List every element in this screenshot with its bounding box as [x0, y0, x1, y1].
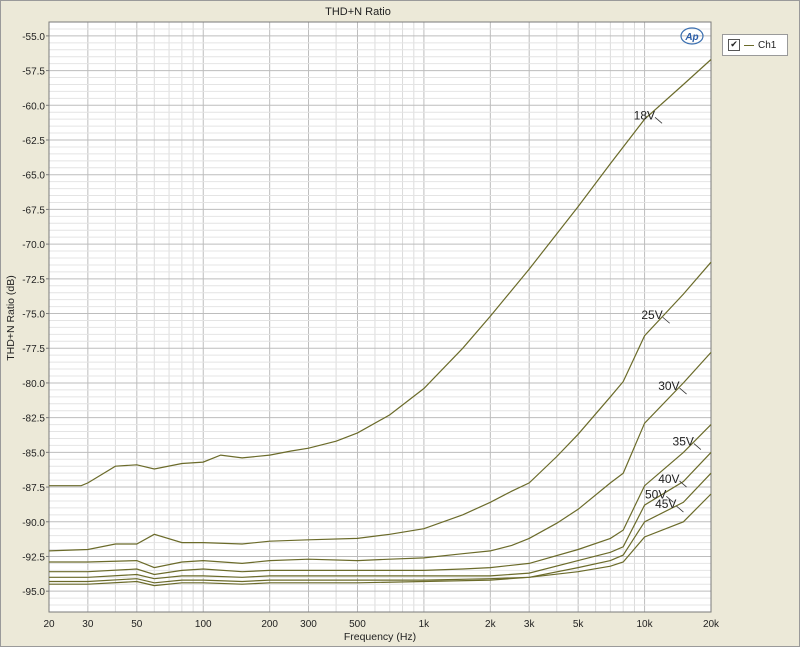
x-axis-title: Frequency (Hz) — [344, 631, 416, 643]
y-tick-label: -55.0 — [22, 32, 45, 43]
y-tick-label: -85.0 — [22, 448, 45, 459]
svg-text:Ap: Ap — [684, 32, 698, 43]
thdn-chart: 20 30 50 100 200 300 500 1k 2k 3k 5k 10k 20k -55.0 -57… — [5, 6, 720, 643]
y-tick-label: -72.5 — [22, 275, 45, 286]
legend-checkbox[interactable]: ✔ — [728, 39, 740, 51]
x-tick-label: 300 — [300, 619, 317, 630]
x-tick-label: 5k — [573, 619, 585, 630]
series-label-40v: 40V — [658, 472, 679, 486]
y-tick-label: -82.5 — [22, 414, 45, 425]
y-tick-label: -67.5 — [22, 205, 45, 216]
x-tick-label: 500 — [349, 619, 366, 630]
x-tick-label: 20k — [703, 619, 720, 630]
x-tick-label: 2k — [485, 619, 497, 630]
y-tick-label: -90.0 — [22, 518, 45, 529]
y-tick-label: -62.5 — [22, 136, 45, 147]
legend-swatch — [744, 44, 754, 46]
x-tick-label: 20 — [43, 619, 55, 630]
y-axis-title: THD+N Ratio (dB) — [5, 275, 17, 360]
x-tick-label: 200 — [261, 619, 278, 630]
plot-area — [49, 22, 711, 612]
x-tick-label: 50 — [131, 619, 143, 630]
series-label-30v: 30V — [658, 379, 679, 393]
legend-label: Ch1 — [758, 39, 777, 51]
series-label-35v: 35V — [673, 435, 694, 449]
y-tick-label: -95.0 — [22, 587, 45, 598]
y-tick-label: -87.5 — [22, 483, 45, 494]
series-label-18v: 18V — [634, 108, 655, 122]
y-tick-label: -77.5 — [22, 344, 45, 355]
x-tick-label: 3k — [524, 619, 536, 630]
y-tick-label: -92.5 — [22, 552, 45, 563]
chart-title: THD+N Ratio — [325, 6, 391, 18]
legend: ✔ Ch1 — [722, 34, 788, 56]
series-label-25v: 25V — [641, 308, 662, 322]
y-tick-label: -60.0 — [22, 101, 45, 112]
y-tick-label: -65.0 — [22, 171, 45, 182]
y-tick-label: -57.5 — [22, 67, 45, 78]
y-tick-label: -75.0 — [22, 310, 45, 321]
x-tick-label: 1k — [419, 619, 431, 630]
x-tick-label: 30 — [82, 619, 94, 630]
y-tick-label: -80.0 — [22, 379, 45, 390]
y-tick-label: -70.0 — [22, 240, 45, 251]
x-tick-label: 10k — [637, 619, 654, 630]
x-tick-label: 100 — [195, 619, 212, 630]
series-label-50v: 50V — [645, 487, 666, 501]
